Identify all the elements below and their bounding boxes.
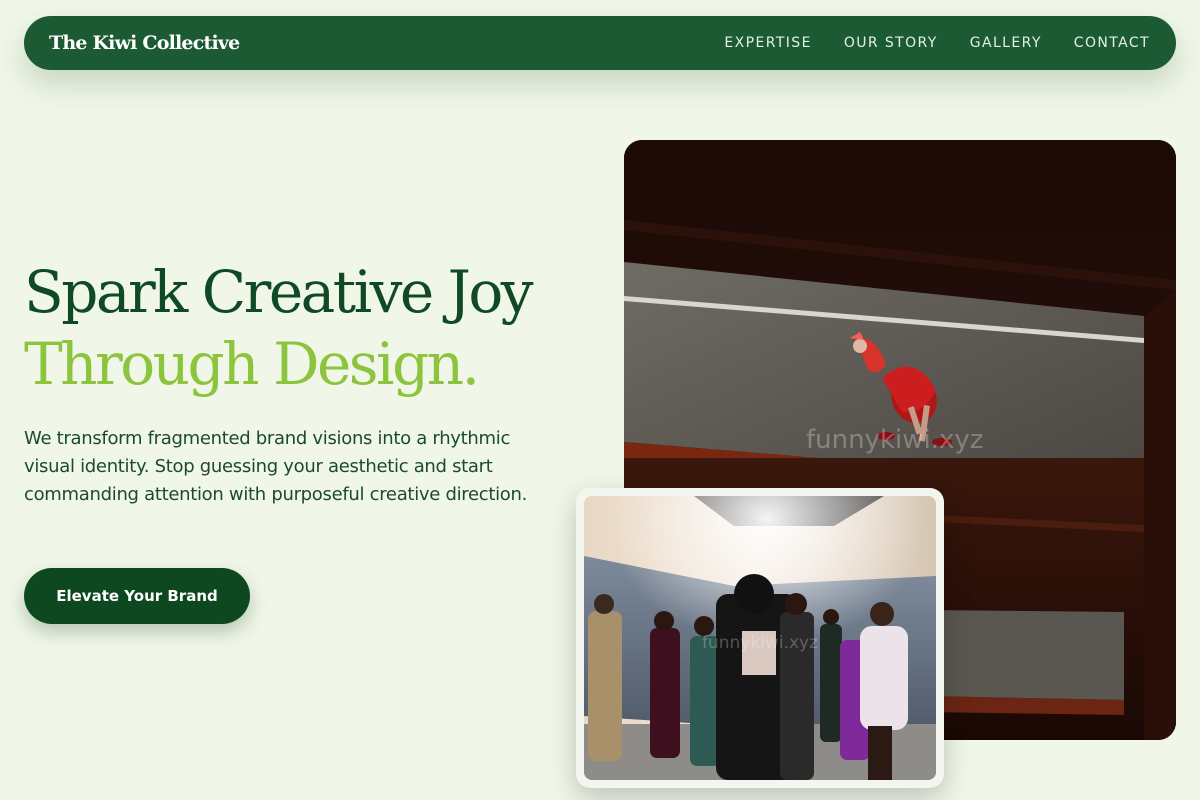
- elevate-brand-button[interactable]: Elevate Your Brand: [24, 568, 250, 624]
- top-navbar: The Kiwi Collective EXPERTISE OUR STORY …: [24, 16, 1176, 70]
- hero-description: We transform fragmented brand visions in…: [24, 428, 528, 505]
- headline-line-2: Through Design.: [24, 330, 480, 398]
- nav-link-expertise[interactable]: EXPERTISE: [724, 35, 811, 51]
- main-photo-watermark: funnykiwi.xyz: [806, 425, 983, 455]
- backstage-photo-watermark: funnykiwi.xyz: [702, 633, 818, 653]
- hero-headline: Spark Creative Joy Through Design.: [24, 256, 534, 400]
- nav-link-contact[interactable]: CONTACT: [1074, 35, 1150, 51]
- backstage-photo-card: funnykiwi.xyz: [576, 488, 944, 788]
- nav-link-our-story[interactable]: OUR STORY: [844, 35, 938, 51]
- nav-link-gallery[interactable]: GALLERY: [970, 35, 1042, 51]
- brand-logo[interactable]: The Kiwi Collective: [49, 32, 240, 54]
- nav-links: EXPERTISE OUR STORY GALLERY CONTACT: [724, 35, 1150, 51]
- backstage-photo: funnykiwi.xyz: [584, 496, 936, 780]
- headline-line-1: Spark Creative Joy: [24, 258, 534, 326]
